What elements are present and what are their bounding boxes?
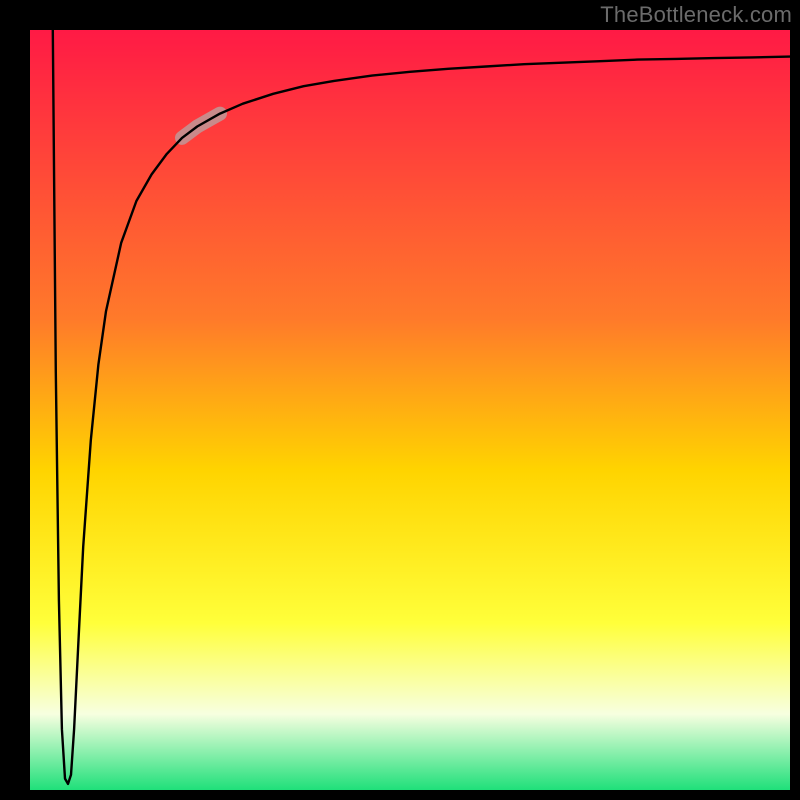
- plot-background: [30, 30, 790, 790]
- watermark-text: TheBottleneck.com: [600, 2, 792, 28]
- bottleneck-chart: [0, 0, 800, 800]
- chart-frame: TheBottleneck.com: [0, 0, 800, 800]
